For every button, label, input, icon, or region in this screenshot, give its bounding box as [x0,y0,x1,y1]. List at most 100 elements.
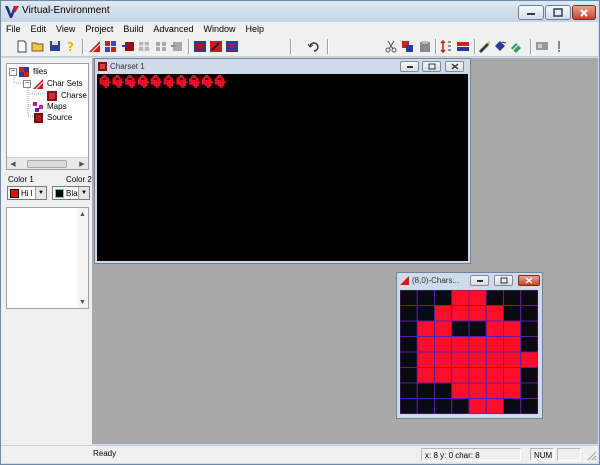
pixel-cell[interactable] [520,336,539,353]
list-vertical-scrollbar[interactable]: ▲ ▼ [77,208,88,308]
scroll-right-icon[interactable]: ▶ [76,158,88,170]
menu-window[interactable]: Window [198,22,240,37]
pencil-icon[interactable] [477,39,491,53]
grid-gray-icon[interactable] [154,39,168,53]
menu-build[interactable]: Build [118,22,148,37]
tile-gray-icon[interactable] [170,39,184,53]
char-editor-close-button[interactable] [518,275,540,286]
pixel-cell[interactable] [434,367,453,384]
charset-canvas[interactable] [97,74,468,261]
pixel-cell[interactable] [399,305,418,322]
color2-dropdown[interactable]: Bla ▼ [52,186,90,200]
pixel-cell[interactable] [416,367,435,384]
pixel-cell[interactable] [451,382,470,399]
help-icon[interactable]: ? [64,39,78,53]
scroll-down-icon[interactable]: ▼ [77,296,88,308]
map-grid-icon[interactable] [104,39,118,53]
resize-grip-icon[interactable] [585,449,597,461]
menu-view[interactable]: View [51,22,80,37]
char-editor-maximize-button[interactable] [494,275,513,286]
pixel-cell[interactable] [416,398,435,415]
new-file-icon[interactable] [15,39,29,53]
map-red-icon[interactable] [209,39,223,53]
cut-icon[interactable] [384,39,398,53]
charset-editor-icon[interactable] [88,39,102,53]
charset-close-button[interactable] [445,61,464,72]
tree-horizontal-scrollbar[interactable]: ◀ ▶ [7,157,88,169]
pixel-cell[interactable] [451,398,470,415]
pixel-cell[interactable] [416,305,435,322]
swap-icon[interactable] [456,39,470,53]
pixel-cell[interactable] [451,320,470,337]
pixel-cell[interactable] [468,305,487,322]
chevron-down-icon[interactable]: ▼ [35,187,46,199]
scroll-up-icon[interactable]: ▲ [77,208,88,220]
pixel-cell[interactable] [399,382,418,399]
pixel-cell[interactable] [503,367,522,384]
pixel-cell[interactable] [485,320,504,337]
pixel-cell[interactable] [485,289,504,306]
pixel-cell[interactable] [434,351,453,368]
menu-advanced[interactable]: Advanced [148,22,198,37]
pixel-cell[interactable] [468,367,487,384]
minimize-button[interactable] [518,5,544,20]
pixel-cell[interactable] [520,382,539,399]
list-red-icon[interactable] [225,39,239,53]
pixel-cell[interactable] [468,382,487,399]
menu-edit[interactable]: Edit [26,22,52,37]
pixel-cell[interactable] [485,336,504,353]
pixel-cell[interactable] [503,289,522,306]
pixel-cell[interactable] [468,351,487,368]
pixel-cell[interactable] [399,367,418,384]
open-folder-icon[interactable] [31,39,45,53]
charset-window[interactable]: Charset 1 [94,58,471,264]
close-button[interactable] [572,5,596,20]
pixel-cell[interactable] [520,351,539,368]
pixel-cell[interactable] [468,320,487,337]
pixel-cell[interactable] [416,320,435,337]
menu-file[interactable]: File [1,22,26,37]
pixel-cell[interactable] [399,320,418,337]
pixel-cell[interactable] [485,305,504,322]
pixel-cell[interactable] [468,336,487,353]
fill-tool-icon[interactable] [493,39,507,53]
pixel-cell[interactable] [503,336,522,353]
pixel-cell[interactable] [434,382,453,399]
pixel-cell[interactable] [503,382,522,399]
pixel-cell[interactable] [503,320,522,337]
charset-red-icon[interactable] [193,39,207,53]
flip-vertical-icon[interactable] [439,39,453,53]
pixel-cell[interactable] [434,398,453,415]
pixel-cell[interactable] [399,289,418,306]
maximize-button[interactable] [545,5,571,20]
pixel-cell[interactable] [434,336,453,353]
app-logo-icon[interactable] [4,4,20,20]
charset-maximize-button[interactable] [422,61,441,72]
pixel-cell[interactable] [399,398,418,415]
export-icon[interactable] [121,39,135,53]
pixel-cell[interactable] [434,289,453,306]
info-icon[interactable] [552,39,566,53]
copy-icon[interactable] [401,39,415,53]
menu-help[interactable]: Help [240,22,269,37]
pixel-cell[interactable] [451,305,470,322]
pixel-cell[interactable] [503,305,522,322]
pixel-cell[interactable] [485,367,504,384]
pixel-cell[interactable] [468,398,487,415]
char-editor-minimize-button[interactable] [470,275,489,286]
pixel-cell[interactable] [416,289,435,306]
char-editor-window[interactable]: (8,0)-Chars... [396,272,543,419]
save-icon[interactable] [48,39,62,53]
pixel-cell[interactable] [451,289,470,306]
eraser-icon[interactable] [509,39,523,53]
pixel-cell[interactable] [485,398,504,415]
pixel-cell[interactable] [416,351,435,368]
pixel-cell[interactable] [485,351,504,368]
pixel-cell[interactable] [399,351,418,368]
pixel-cell[interactable] [520,305,539,322]
color1-dropdown[interactable]: Hi l ▼ [7,186,47,200]
pixel-cell[interactable] [520,289,539,306]
pixel-cell[interactable] [434,320,453,337]
pixel-cell[interactable] [468,289,487,306]
scroll-thumb[interactable] [27,160,67,168]
